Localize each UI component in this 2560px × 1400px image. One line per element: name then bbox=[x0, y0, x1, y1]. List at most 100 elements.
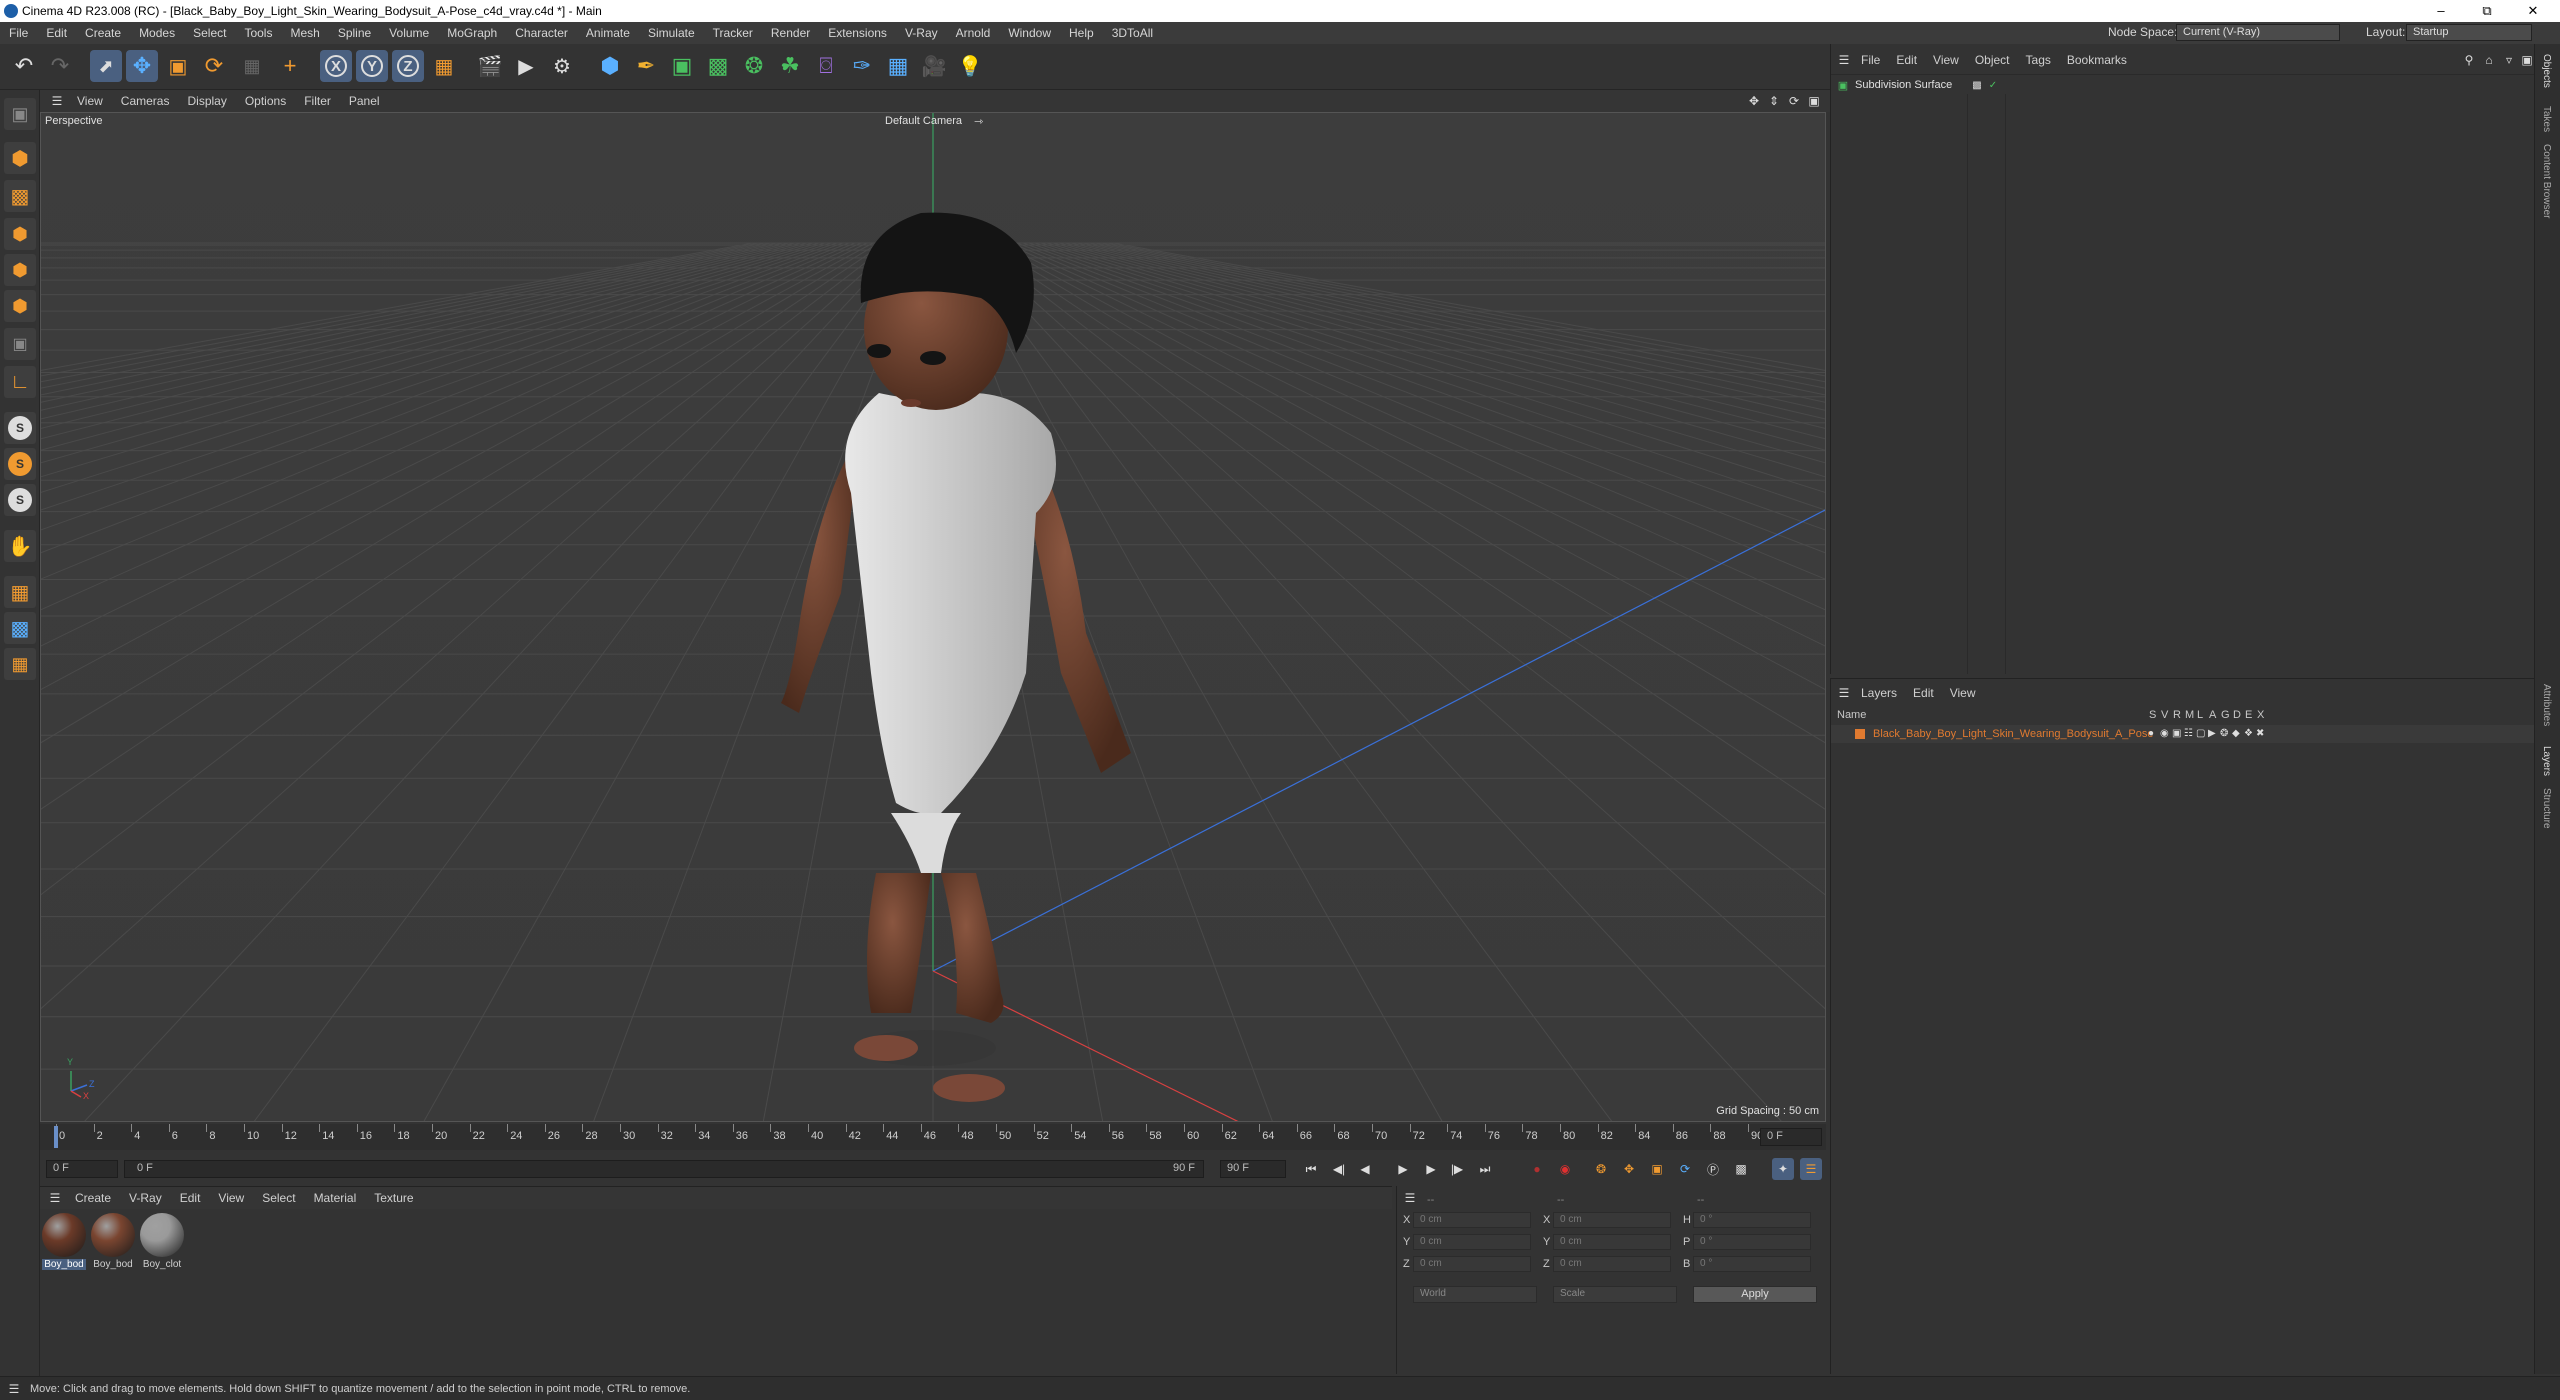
scale-key-icon[interactable]: ▣ bbox=[1646, 1158, 1668, 1180]
layer-flag-icon[interactable]: ◆ bbox=[2232, 728, 2240, 739]
render-to-picture-viewer-icon[interactable]: ▶ bbox=[510, 50, 542, 82]
layer-flag-icon[interactable]: ◉ bbox=[2160, 728, 2169, 739]
tab-content-browser[interactable]: Content Browser bbox=[2541, 144, 2552, 218]
layer-row[interactable]: Black_Baby_Boy_Light_Skin_Wearing_Bodysu… bbox=[1831, 725, 2535, 743]
rotation-key-icon[interactable]: ⟳ bbox=[1674, 1158, 1696, 1180]
close-icon[interactable]: ✕ bbox=[2510, 0, 2556, 22]
uv-mode-icon[interactable]: ▣ bbox=[4, 328, 36, 360]
viewport-menu-item[interactable]: Filter bbox=[295, 94, 340, 108]
home-icon[interactable]: ⌂ bbox=[2481, 52, 2497, 68]
layer-name[interactable]: Black_Baby_Boy_Light_Skin_Wearing_Bodysu… bbox=[1873, 728, 2153, 740]
timeline-window-icon[interactable]: ☰ bbox=[1800, 1158, 1822, 1180]
viewport-menu-item[interactable]: View bbox=[68, 94, 112, 108]
next-frame-icon[interactable]: ▶ bbox=[1420, 1158, 1442, 1180]
texture-mode-icon[interactable]: ▩ bbox=[4, 180, 36, 212]
menu-item[interactable]: Extensions bbox=[819, 26, 896, 40]
menu-item[interactable]: Simulate bbox=[639, 26, 704, 40]
menu-item[interactable]: Tools bbox=[235, 26, 281, 40]
tab-layers[interactable]: Layers bbox=[2541, 746, 2552, 776]
tab-attributes[interactable]: Attributes bbox=[2541, 684, 2552, 726]
snap-icon[interactable]: S bbox=[4, 412, 36, 444]
spline-pen-icon[interactable]: ✒ bbox=[630, 50, 662, 82]
object-menu-item[interactable]: Tags bbox=[2018, 53, 2059, 67]
edges-mode-icon[interactable]: ⬢ bbox=[4, 254, 36, 286]
snap-settings-icon[interactable]: S bbox=[4, 448, 36, 480]
layer-flag-icon[interactable]: ✖ bbox=[2256, 728, 2264, 739]
menu-item[interactable]: Spline bbox=[329, 26, 380, 40]
rotation-field[interactable]: 0 ° bbox=[1693, 1234, 1811, 1250]
menu-item[interactable]: Select bbox=[184, 26, 235, 40]
model-mode-icon[interactable]: ⬢ bbox=[4, 142, 36, 174]
enabled-check-icon[interactable]: ✓ bbox=[1987, 79, 1999, 91]
object-hamburger-icon[interactable]: ☰ bbox=[1835, 51, 1853, 69]
menu-item[interactable]: V-Ray bbox=[896, 26, 947, 40]
interpolation-icon[interactable]: ✦ bbox=[1772, 1158, 1794, 1180]
workplane-snap-icon[interactable]: S bbox=[4, 484, 36, 516]
material-menu-item[interactable]: V-Ray bbox=[120, 1191, 171, 1205]
menu-item[interactable]: Volume bbox=[380, 26, 438, 40]
undo-icon[interactable]: ↶ bbox=[8, 50, 40, 82]
camera-link-icon[interactable]: ⇾ bbox=[974, 115, 983, 128]
viewport-menu-item[interactable]: Panel bbox=[340, 94, 389, 108]
material-swatch[interactable]: Boy_bod bbox=[42, 1213, 86, 1273]
axis-mode-icon[interactable]: ∟ bbox=[4, 366, 36, 398]
menu-item[interactable]: Character bbox=[506, 26, 577, 40]
keyframe-selection-icon[interactable]: ❂ bbox=[1590, 1158, 1612, 1180]
menu-item[interactable]: Edit bbox=[37, 26, 76, 40]
current-frame-field[interactable]: 0 F bbox=[1760, 1128, 1822, 1146]
workplane-icon[interactable]: ▦ bbox=[4, 576, 36, 608]
points-mode-icon[interactable]: ⬢ bbox=[4, 218, 36, 250]
parameter-key-icon[interactable]: Ⓟ bbox=[1702, 1158, 1724, 1180]
point-level-key-icon[interactable]: ▩ bbox=[1730, 1158, 1752, 1180]
redo-icon[interactable]: ↷ bbox=[44, 50, 76, 82]
menu-item[interactable]: Create bbox=[76, 26, 130, 40]
search-icon[interactable]: ⚲ bbox=[2461, 52, 2477, 68]
start-frame-field[interactable]: 0 F bbox=[46, 1160, 118, 1178]
viewport-menu-item[interactable]: Cameras bbox=[112, 94, 179, 108]
size-field[interactable]: 0 cm bbox=[1553, 1256, 1671, 1272]
autokeying-icon[interactable]: ◉ bbox=[1554, 1158, 1576, 1180]
menu-item[interactable]: Tracker bbox=[704, 26, 762, 40]
render-view-icon[interactable]: 🎬 bbox=[474, 50, 506, 82]
position-field[interactable]: 0 cm bbox=[1413, 1256, 1531, 1272]
viewport-menu-item[interactable]: Options bbox=[236, 94, 295, 108]
layer-flag-icon[interactable]: ❖ bbox=[2244, 728, 2253, 739]
deformer-icon[interactable]: ⌼ bbox=[810, 50, 842, 82]
coordinate-system-icon[interactable]: ▦ bbox=[428, 50, 460, 82]
viewport-menu-item[interactable]: Display bbox=[178, 94, 235, 108]
menu-item[interactable]: MoGraph bbox=[438, 26, 506, 40]
tab-structure[interactable]: Structure bbox=[2541, 788, 2552, 829]
layout-dropdown[interactable]: Startup bbox=[2406, 24, 2532, 41]
subdivision-generator-icon[interactable]: ▣ bbox=[666, 50, 698, 82]
maximize-view-icon[interactable]: ▣ bbox=[1806, 93, 1822, 109]
array-generator-icon[interactable]: ▩ bbox=[702, 50, 734, 82]
previous-key-icon[interactable]: ◀| bbox=[1328, 1158, 1350, 1180]
layer-menu-item[interactable]: Edit bbox=[1905, 686, 1942, 700]
viewport-hamburger-icon[interactable]: ☰ bbox=[46, 91, 68, 111]
layer-color-swatch[interactable] bbox=[1855, 729, 1865, 739]
polygons-mode-icon[interactable]: ⬢ bbox=[4, 290, 36, 322]
coordinates-menu-icon[interactable]: ☰ bbox=[1401, 1190, 1419, 1206]
layer-hamburger-icon[interactable]: ☰ bbox=[1835, 684, 1853, 702]
move-tool-icon[interactable]: ✥ bbox=[126, 50, 158, 82]
menu-item[interactable]: Window bbox=[999, 26, 1060, 40]
light-icon[interactable]: 💡 bbox=[954, 50, 986, 82]
size-field[interactable]: 0 cm bbox=[1553, 1212, 1671, 1228]
perspective-viewport[interactable]: Perspective Default Camera ⇾ Grid Spacin… bbox=[40, 112, 1826, 1122]
object-row[interactable]: ▣ Subdivision Surface ▩ ✓ bbox=[1831, 76, 2535, 94]
z-axis-lock-icon[interactable]: Z bbox=[392, 50, 424, 82]
menu-item[interactable]: File bbox=[0, 26, 37, 40]
position-key-icon[interactable]: ✥ bbox=[1618, 1158, 1640, 1180]
apply-button[interactable]: Apply bbox=[1693, 1286, 1817, 1303]
recent-tool-icon[interactable]: ▦ bbox=[236, 50, 268, 82]
material-menu-item[interactable]: Create bbox=[66, 1191, 120, 1205]
new-window-icon[interactable]: ▣ bbox=[2519, 52, 2535, 68]
menu-item[interactable]: Arnold bbox=[947, 26, 1000, 40]
record-keys-icon[interactable]: ● bbox=[1526, 1158, 1548, 1180]
play-icon[interactable]: ▶ bbox=[1392, 1158, 1414, 1180]
menu-item[interactable]: Modes bbox=[130, 26, 184, 40]
floor-environment-icon[interactable]: ▦ bbox=[882, 50, 914, 82]
rotate-tool-icon[interactable]: ⟳ bbox=[198, 50, 230, 82]
go-to-end-icon[interactable]: ⏭ bbox=[1474, 1158, 1496, 1180]
rotation-field[interactable]: 0 ° bbox=[1693, 1212, 1811, 1228]
